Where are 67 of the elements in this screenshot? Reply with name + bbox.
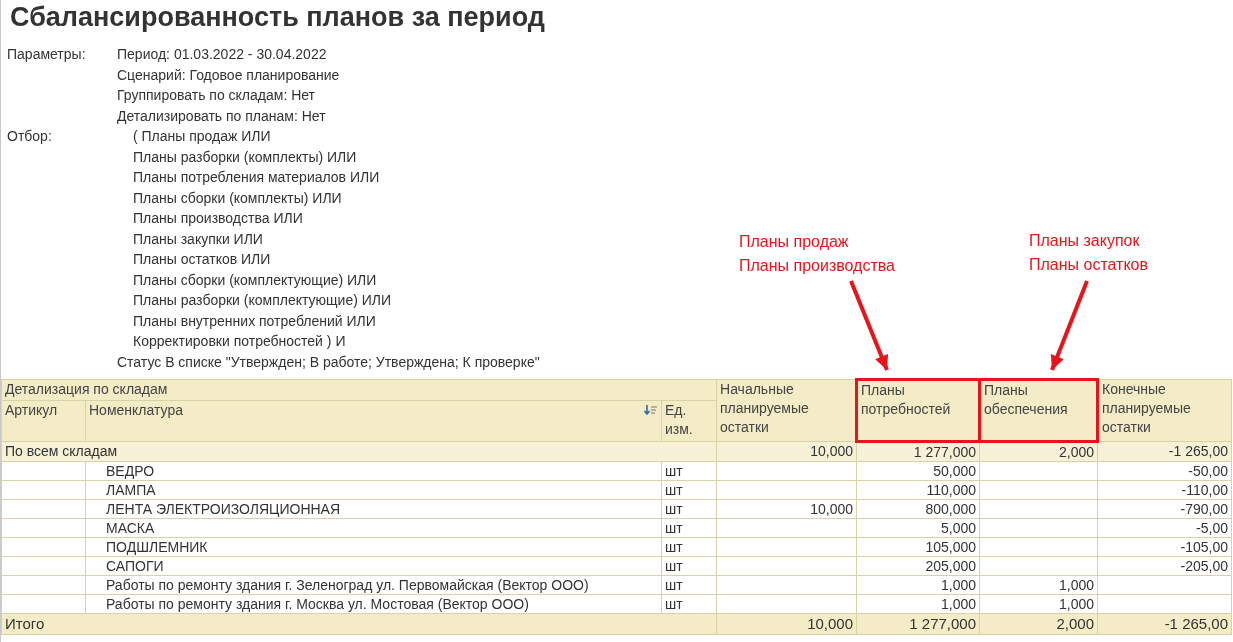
column-header[interactable]: Планы обеспечения (979, 379, 1098, 442)
value-cell: 1,000 (979, 594, 1098, 614)
parameters-label: Параметры: (7, 45, 86, 64)
parameter-text: Сценарий: Годовое планирование (117, 65, 340, 85)
value-cell: -790,00 (1097, 499, 1232, 519)
unit-cell: шт (661, 575, 717, 595)
column-header[interactable]: Планы потребностей (856, 379, 980, 442)
filter-text: Планы разборки (комплекты) ИЛИ (132, 147, 357, 167)
report-title: Сбалансированность планов за период (9, 1, 546, 34)
unit-cell: шт (661, 556, 717, 576)
column-header[interactable]: Ед. изм. (661, 400, 717, 442)
parameter-text: Детализировать по планам: Нет (117, 106, 326, 126)
filter-text: Планы закупки ИЛИ (132, 229, 263, 249)
value-cell: 105,000 (856, 537, 980, 557)
parameter-text: Группировать по складам: Нет (117, 86, 316, 105)
product-name: Работы по ремонту здания г. Москва ул. Мостовая (Вектор ООО) (85, 594, 662, 614)
value-cell: -5,00 (1097, 518, 1232, 538)
column-header[interactable]: Номенклатура (89, 401, 183, 420)
value-cell: 205,000 (856, 556, 980, 576)
filter-text: Планы потребления материалов ИЛИ (132, 168, 380, 187)
unit-cell: шт (661, 537, 717, 557)
product-name: ЛЕНТА ЭЛЕКТРОИЗОЛЯЦИОННАЯ (85, 499, 662, 519)
column-header[interactable]: Конечные планируемые остатки (1097, 379, 1232, 442)
product-name: Работы по ремонту здания г. Зеленоград ул. Первомайская (Вектор ООО) (85, 575, 662, 595)
product-name: ПОДШЛЕМНИК (85, 537, 662, 557)
column-header[interactable]: Начальные планируемые остатки (716, 379, 857, 442)
value-cell: -105,00 (1097, 537, 1232, 557)
parameter-text: Период: 01.03.2022 - 30.04.2022 (117, 45, 327, 64)
product-name: ВЕДРО (85, 461, 662, 481)
unit-cell: шт (661, 518, 717, 538)
filter-text: Планы внутренних потреблений ИЛИ (132, 311, 376, 331)
filter-text: Корректировки потребностей ) И (132, 332, 346, 351)
filter-label: Отбор: (7, 127, 52, 146)
product-name: САПОГИ (85, 556, 662, 576)
value-cell: -205,00 (1097, 556, 1232, 576)
value-cell: -50,00 (1097, 461, 1232, 481)
unit-cell: шт (661, 480, 717, 500)
filter-text: ( Планы продаж ИЛИ (132, 127, 271, 146)
group-label: По всем складам (1, 441, 717, 462)
value-cell: 800,000 (856, 499, 980, 519)
filter-text: Планы производства ИЛИ (132, 209, 303, 228)
filter-text: Планы сборки (комплектующие) ИЛИ (132, 270, 377, 290)
unit-cell: шт (661, 499, 717, 519)
column-header[interactable]: Артикул (1, 400, 86, 442)
value-cell: 10,000 (716, 499, 857, 519)
value-cell: 1,000 (979, 575, 1098, 595)
column-header: Детализация по складам (1, 379, 717, 401)
value-cell: 110,000 (856, 480, 980, 500)
annotation-text: Планы закупок (1029, 231, 1141, 251)
value-cell: 5,000 (856, 518, 980, 538)
value-cell: 50,000 (856, 461, 980, 481)
product-name: ЛАМПА (85, 480, 662, 500)
sort-icon[interactable] (644, 405, 658, 416)
filter-text: Планы остатков ИЛИ (132, 250, 271, 269)
total-label: Итого (1, 613, 717, 635)
annotation-text: Планы продаж (739, 232, 850, 252)
value-cell: 1,000 (856, 594, 980, 614)
annotation-text: Планы производства (739, 256, 895, 276)
annotation-text: Планы остатков (1029, 255, 1148, 275)
product-name: МАСКА (85, 518, 662, 538)
unit-cell: шт (661, 461, 717, 481)
value-cell: -110,00 (1097, 480, 1232, 500)
unit-cell: шт (661, 594, 717, 614)
status-filter-text: Статус В списке "Утвержден; В работе; Утверждена; К проверке" (117, 352, 540, 372)
value-cell: 1,000 (856, 575, 980, 595)
filter-text: Планы сборки (комплекты) ИЛИ (132, 188, 342, 208)
filter-text: Планы разборки (комплектующие) ИЛИ (132, 291, 392, 310)
